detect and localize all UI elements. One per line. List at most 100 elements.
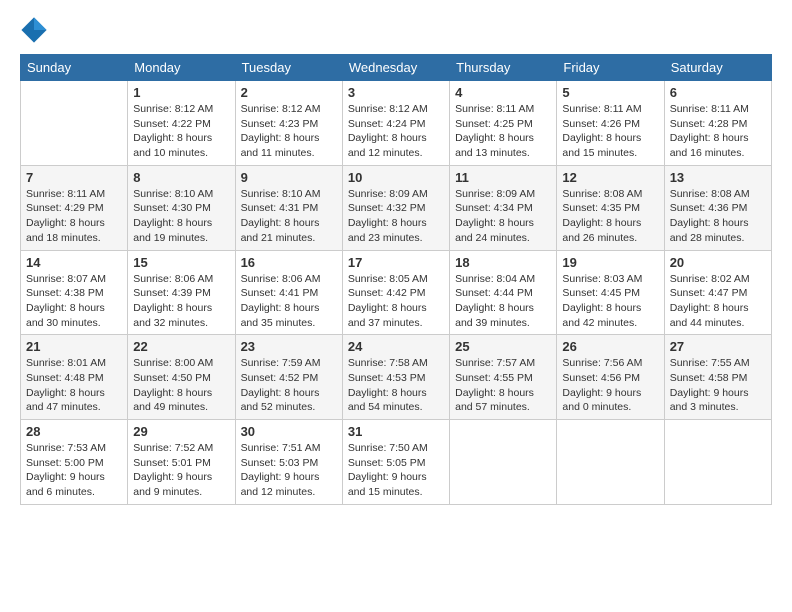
page: SundayMondayTuesdayWednesdayThursdayFrid…: [0, 0, 792, 515]
day-info: Sunrise: 7:58 AM Sunset: 4:53 PM Dayligh…: [348, 356, 444, 415]
calendar-cell: 29 Sunrise: 7:52 AM Sunset: 5:01 PM Dayli…: [128, 420, 235, 505]
day-number: 5: [562, 85, 658, 100]
day-info: Sunrise: 7:51 AM Sunset: 5:03 PM Dayligh…: [241, 441, 337, 500]
day-info: Sunrise: 7:55 AM Sunset: 4:58 PM Dayligh…: [670, 356, 766, 415]
calendar-cell: 15Sunrise: 8:06 AM Sunset: 4:39 PM Dayli…: [128, 250, 235, 335]
day-info: Sunrise: 8:11 AM Sunset: 4:25 PM Dayligh…: [455, 102, 551, 161]
calendar-cell: [21, 81, 128, 166]
col-header-saturday: Saturday: [664, 55, 771, 81]
calendar-cell: 22Sunrise: 8:00 AM Sunset: 4:50 PM Dayli…: [128, 335, 235, 420]
day-info: Sunrise: 8:03 AM Sunset: 4:45 PM Dayligh…: [562, 272, 658, 331]
day-number: 12: [562, 170, 658, 185]
day-info: Sunrise: 8:11 AM Sunset: 4:26 PM Dayligh…: [562, 102, 658, 161]
calendar-cell: 12 Sunrise: 8:08 AM Sunset: 4:35 PM Dayli…: [557, 165, 664, 250]
calendar-cell: [664, 420, 771, 505]
calendar-cell: 17Sunrise: 8:05 AM Sunset: 4:42 PM Dayli…: [342, 250, 449, 335]
day-number: 13: [670, 170, 766, 185]
calendar-cell: 30 Sunrise: 7:51 AM Sunset: 5:03 PM Dayli…: [235, 420, 342, 505]
calendar-header-row: SundayMondayTuesdayWednesdayThursdayFrid…: [21, 55, 772, 81]
day-info: Sunrise: 8:12 AM Sunset: 4:22 PM Dayligh…: [133, 102, 229, 161]
day-info: Sunrise: 7:52 AM Sunset: 5:01 PM Dayligh…: [133, 441, 229, 500]
day-number: 26: [562, 339, 658, 354]
day-number: 16: [241, 255, 337, 270]
day-number: 24: [348, 339, 444, 354]
day-number: 22: [133, 339, 229, 354]
day-info: Sunrise: 8:08 AM Sunset: 4:35 PM Dayligh…: [562, 187, 658, 246]
day-number: 11: [455, 170, 551, 185]
calendar-cell: 26 Sunrise: 7:56 AM Sunset: 4:56 PM Dayli…: [557, 335, 664, 420]
calendar-week-2: 7Sunrise: 8:11 AM Sunset: 4:29 PM Daylig…: [21, 165, 772, 250]
calendar-cell: [557, 420, 664, 505]
calendar-cell: 27 Sunrise: 7:55 AM Sunset: 4:58 PM Dayli…: [664, 335, 771, 420]
calendar-week-5: 28 Sunrise: 7:53 AM Sunset: 5:00 PM Dayli…: [21, 420, 772, 505]
calendar-table: SundayMondayTuesdayWednesdayThursdayFrid…: [20, 54, 772, 505]
day-info: Sunrise: 8:10 AM Sunset: 4:31 PM Dayligh…: [241, 187, 337, 246]
col-header-monday: Monday: [128, 55, 235, 81]
calendar-cell: 31 Sunrise: 7:50 AM Sunset: 5:05 PM Dayli…: [342, 420, 449, 505]
calendar-cell: 4 Sunrise: 8:11 AM Sunset: 4:25 PM Daylig…: [450, 81, 557, 166]
header: [20, 16, 772, 44]
day-number: 29: [133, 424, 229, 439]
day-number: 10: [348, 170, 444, 185]
calendar-cell: 5 Sunrise: 8:11 AM Sunset: 4:26 PM Daylig…: [557, 81, 664, 166]
day-number: 21: [26, 339, 122, 354]
day-number: 4: [455, 85, 551, 100]
col-header-thursday: Thursday: [450, 55, 557, 81]
day-number: 30: [241, 424, 337, 439]
calendar-cell: 28 Sunrise: 7:53 AM Sunset: 5:00 PM Dayli…: [21, 420, 128, 505]
calendar-cell: 24 Sunrise: 7:58 AM Sunset: 4:53 PM Dayli…: [342, 335, 449, 420]
calendar-cell: 8 Sunrise: 8:10 AM Sunset: 4:30 PM Daylig…: [128, 165, 235, 250]
day-info: Sunrise: 8:06 AM Sunset: 4:41 PM Dayligh…: [241, 272, 337, 331]
calendar-cell: 7Sunrise: 8:11 AM Sunset: 4:29 PM Daylig…: [21, 165, 128, 250]
day-info: Sunrise: 8:09 AM Sunset: 4:32 PM Dayligh…: [348, 187, 444, 246]
col-header-tuesday: Tuesday: [235, 55, 342, 81]
calendar-cell: 20 Sunrise: 8:02 AM Sunset: 4:47 PM Dayli…: [664, 250, 771, 335]
day-number: 28: [26, 424, 122, 439]
logo: [20, 16, 52, 44]
day-info: Sunrise: 8:02 AM Sunset: 4:47 PM Dayligh…: [670, 272, 766, 331]
day-info: Sunrise: 8:06 AM Sunset: 4:39 PM Dayligh…: [133, 272, 229, 331]
day-info: Sunrise: 7:50 AM Sunset: 5:05 PM Dayligh…: [348, 441, 444, 500]
day-number: 1: [133, 85, 229, 100]
calendar-cell: 19 Sunrise: 8:03 AM Sunset: 4:45 PM Dayli…: [557, 250, 664, 335]
day-number: 20: [670, 255, 766, 270]
calendar-cell: 11 Sunrise: 8:09 AM Sunset: 4:34 PM Dayli…: [450, 165, 557, 250]
day-info: Sunrise: 8:05 AM Sunset: 4:42 PM Dayligh…: [348, 272, 444, 331]
day-info: Sunrise: 8:01 AM Sunset: 4:48 PM Dayligh…: [26, 356, 122, 415]
day-number: 18: [455, 255, 551, 270]
calendar-cell: 9 Sunrise: 8:10 AM Sunset: 4:31 PM Daylig…: [235, 165, 342, 250]
day-number: 27: [670, 339, 766, 354]
day-info: Sunrise: 8:07 AM Sunset: 4:38 PM Dayligh…: [26, 272, 122, 331]
day-number: 3: [348, 85, 444, 100]
day-number: 8: [133, 170, 229, 185]
calendar-cell: 25Sunrise: 7:57 AM Sunset: 4:55 PM Dayli…: [450, 335, 557, 420]
day-info: Sunrise: 7:56 AM Sunset: 4:56 PM Dayligh…: [562, 356, 658, 415]
calendar-week-3: 14 Sunrise: 8:07 AM Sunset: 4:38 PM Dayli…: [21, 250, 772, 335]
day-number: 23: [241, 339, 337, 354]
day-info: Sunrise: 7:59 AM Sunset: 4:52 PM Dayligh…: [241, 356, 337, 415]
day-info: Sunrise: 8:10 AM Sunset: 4:30 PM Dayligh…: [133, 187, 229, 246]
col-header-friday: Friday: [557, 55, 664, 81]
col-header-wednesday: Wednesday: [342, 55, 449, 81]
calendar-cell: [450, 420, 557, 505]
logo-icon: [20, 16, 48, 44]
day-number: 9: [241, 170, 337, 185]
day-info: Sunrise: 7:53 AM Sunset: 5:00 PM Dayligh…: [26, 441, 122, 500]
col-header-sunday: Sunday: [21, 55, 128, 81]
day-number: 19: [562, 255, 658, 270]
day-info: Sunrise: 8:09 AM Sunset: 4:34 PM Dayligh…: [455, 187, 551, 246]
calendar-cell: 13 Sunrise: 8:08 AM Sunset: 4:36 PM Dayli…: [664, 165, 771, 250]
calendar-cell: 1 Sunrise: 8:12 AM Sunset: 4:22 PM Daylig…: [128, 81, 235, 166]
day-number: 14: [26, 255, 122, 270]
calendar-cell: 10 Sunrise: 8:09 AM Sunset: 4:32 PM Dayli…: [342, 165, 449, 250]
day-info: Sunrise: 8:12 AM Sunset: 4:24 PM Dayligh…: [348, 102, 444, 161]
calendar-cell: 23 Sunrise: 7:59 AM Sunset: 4:52 PM Dayli…: [235, 335, 342, 420]
calendar-week-4: 21 Sunrise: 8:01 AM Sunset: 4:48 PM Dayli…: [21, 335, 772, 420]
day-number: 31: [348, 424, 444, 439]
calendar-cell: 14 Sunrise: 8:07 AM Sunset: 4:38 PM Dayli…: [21, 250, 128, 335]
day-number: 2: [241, 85, 337, 100]
day-info: Sunrise: 8:08 AM Sunset: 4:36 PM Dayligh…: [670, 187, 766, 246]
calendar-cell: 3 Sunrise: 8:12 AM Sunset: 4:24 PM Daylig…: [342, 81, 449, 166]
day-info: Sunrise: 8:12 AM Sunset: 4:23 PM Dayligh…: [241, 102, 337, 161]
calendar-week-1: 1 Sunrise: 8:12 AM Sunset: 4:22 PM Daylig…: [21, 81, 772, 166]
